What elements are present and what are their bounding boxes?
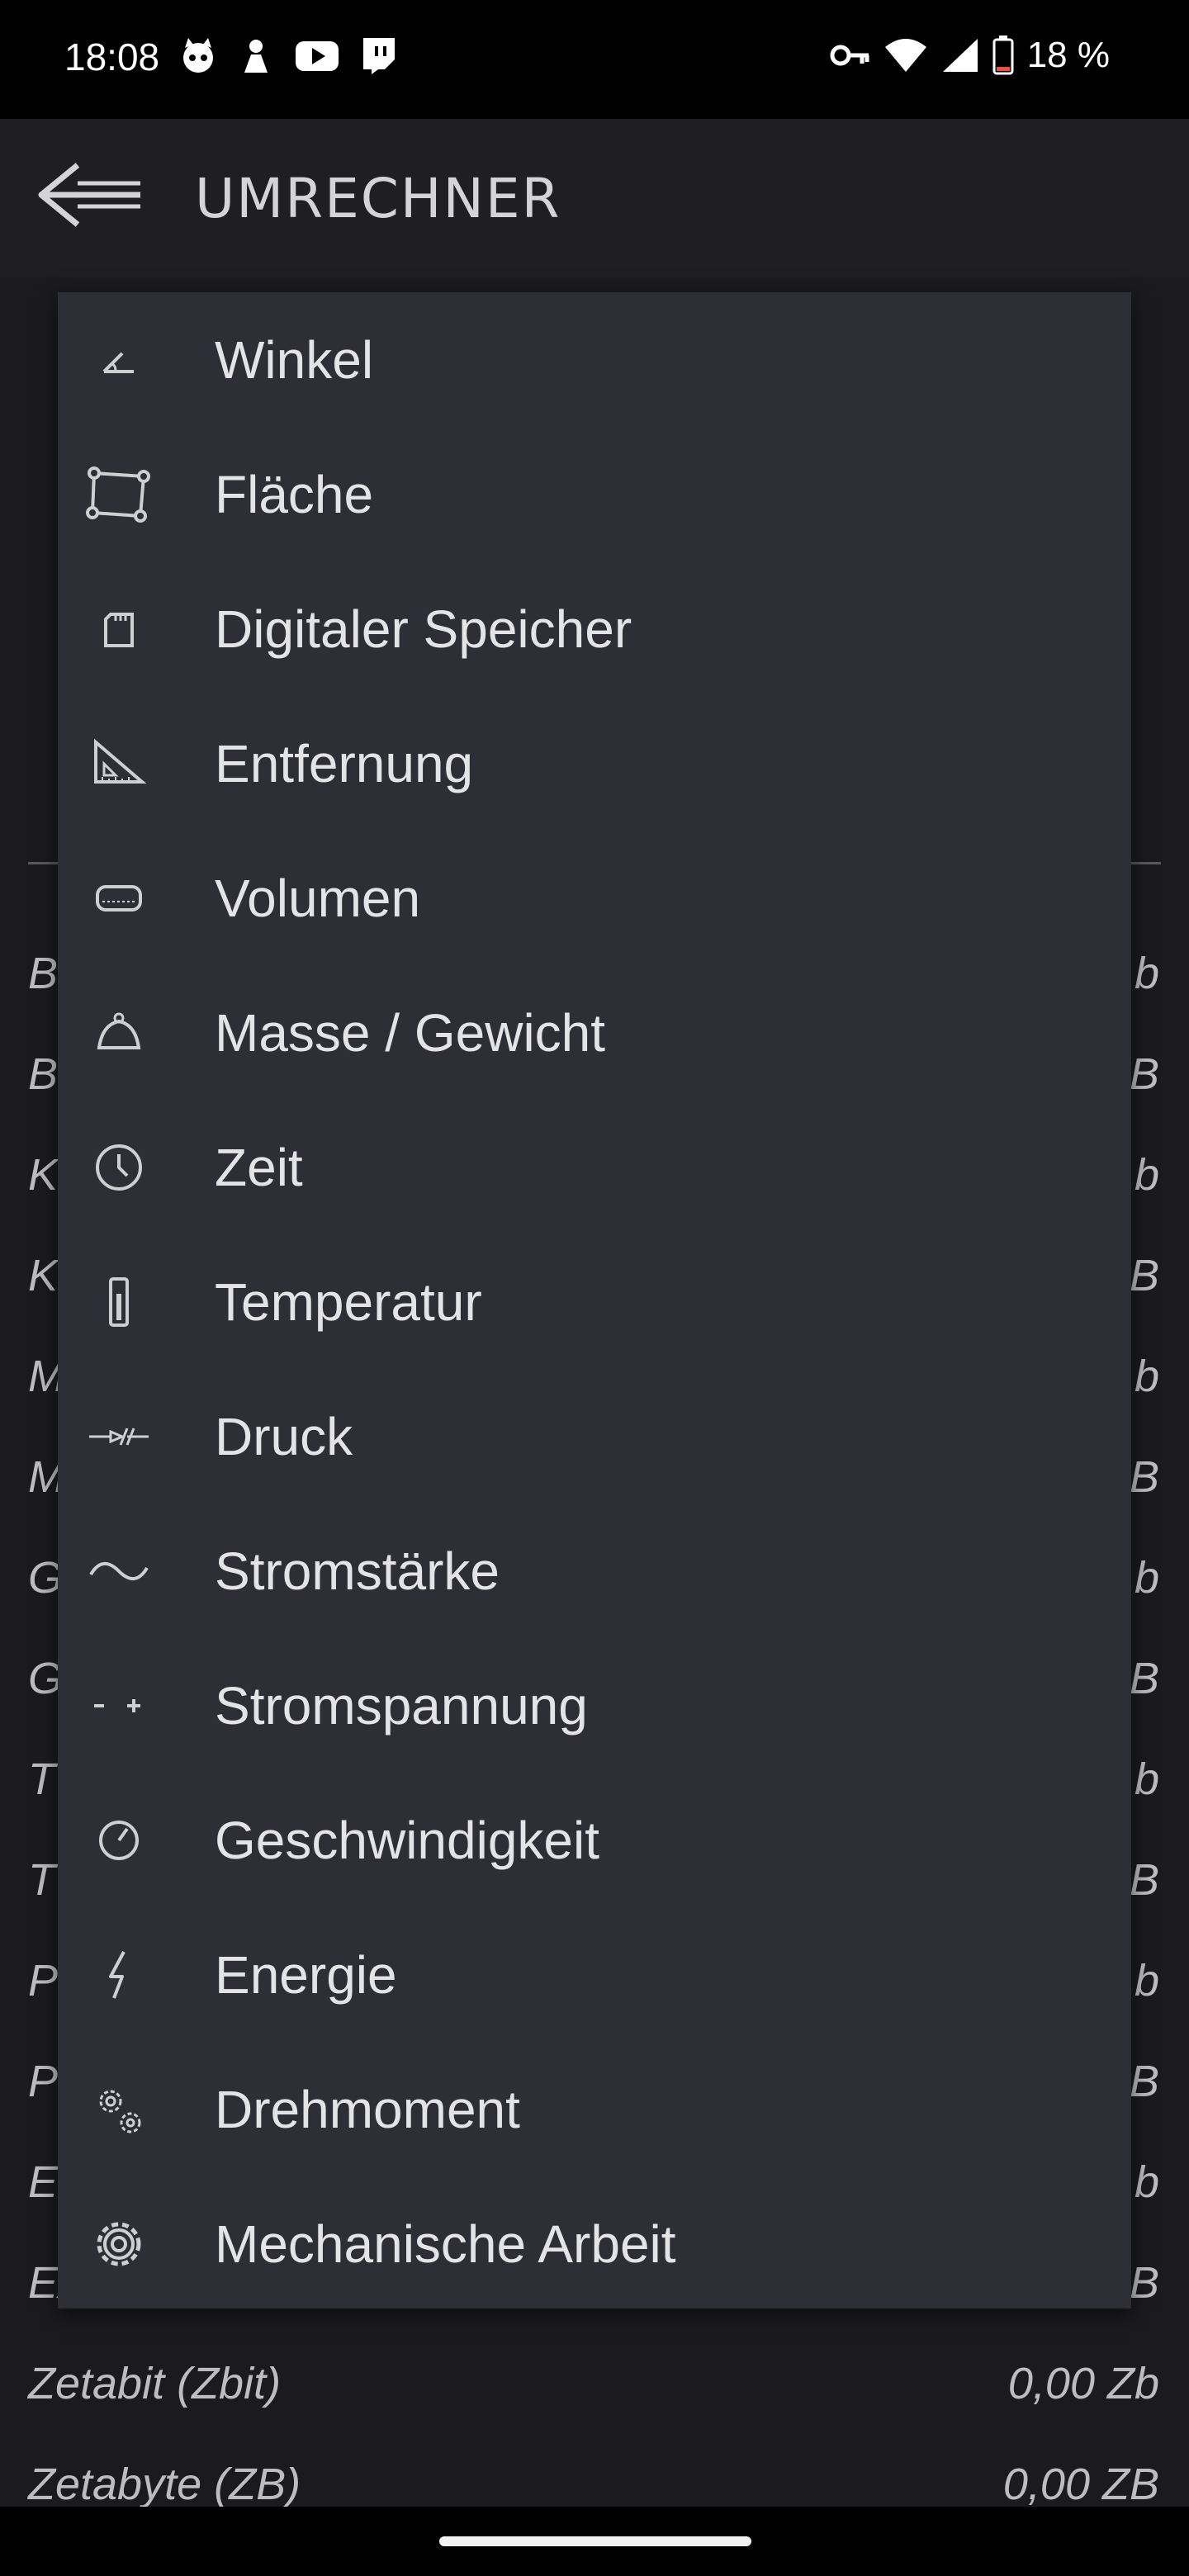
menu-item-zeit[interactable]: Zeit xyxy=(58,1100,1131,1234)
menu-item-stromspannung[interactable]: Stromspannung xyxy=(58,1638,1131,1773)
signal-icon xyxy=(942,39,978,72)
menu-item-label: Zeit xyxy=(215,1137,303,1197)
menu-item-label: Stromspannung xyxy=(215,1675,588,1735)
unit-label: T xyxy=(28,1754,55,1804)
unit-value: b xyxy=(1134,1352,1159,1401)
menu-item-digitaler-speicher[interactable]: Digitaler Speicher xyxy=(58,561,1131,696)
unit-value: b xyxy=(1134,1150,1159,1200)
menu-item-label: Energie xyxy=(215,1944,397,2005)
table-row[interactable]: Zetabit (Zbit) 0,00 Zb xyxy=(0,2335,1189,2436)
thermometer-icon xyxy=(86,1269,152,1335)
menu-item-masse-gewicht[interactable]: Masse / Gewicht xyxy=(58,965,1131,1100)
cat-notification-icon xyxy=(183,38,213,73)
unit-label: K xyxy=(28,1150,59,1200)
menu-item-label: Winkel xyxy=(215,329,374,390)
unit-value: b xyxy=(1134,1754,1159,1804)
area-icon xyxy=(86,462,152,528)
unit-value: B xyxy=(1129,2057,1159,2106)
unit-value: b xyxy=(1134,2157,1159,2207)
unit-label: E xyxy=(28,2157,59,2207)
youtube-icon xyxy=(296,41,339,71)
angle-icon xyxy=(86,327,152,393)
menu-item-label: Volumen xyxy=(215,868,421,928)
menu-item-temperatur[interactable]: Temperatur xyxy=(58,1234,1131,1369)
unit-value: B xyxy=(1129,1251,1159,1300)
unit-value: B xyxy=(1129,1855,1159,1905)
weight-icon xyxy=(86,1000,152,1066)
sine-wave-icon xyxy=(86,1538,152,1604)
voltage-icon xyxy=(86,1673,152,1739)
unit-label: Zetabyte (ZB) xyxy=(28,2460,301,2509)
divider xyxy=(1131,862,1161,864)
menu-item-label: Temperatur xyxy=(215,1271,482,1332)
menu-item-druck[interactable]: Druck xyxy=(58,1369,1131,1503)
menu-item-geschwindigkeit[interactable]: Geschwindigkeit xyxy=(58,1773,1131,1907)
menu-item-label: Digitaler Speicher xyxy=(215,599,632,659)
unit-value: B xyxy=(1129,1654,1159,1703)
ruler-triangle-icon xyxy=(86,731,152,797)
unit-value: b xyxy=(1134,949,1159,998)
lightning-icon xyxy=(86,1942,152,2008)
gears-icon xyxy=(86,2076,152,2143)
menu-item-flaeche[interactable]: Fläche xyxy=(58,427,1131,561)
app-bar: UMRECHNER xyxy=(0,119,1189,277)
battery-percent: 18 % xyxy=(1026,35,1110,75)
vpn-key-icon xyxy=(830,45,869,66)
menu-item-energie[interactable]: Energie xyxy=(58,1907,1131,2042)
menu-item-label: Masse / Gewicht xyxy=(215,1002,606,1063)
menu-item-mechanische-arbeit[interactable]: Mechanische Arbeit xyxy=(58,2176,1131,2311)
unit-label: P xyxy=(28,1956,59,2005)
unit-value: 0,00 Zb xyxy=(1007,2359,1159,2408)
unit-value: B xyxy=(1129,1452,1159,1502)
unit-label: P xyxy=(28,2057,59,2106)
twitch-icon xyxy=(363,38,395,74)
notification-icons xyxy=(178,36,398,76)
menu-item-label: Geschwindigkeit xyxy=(215,1810,599,1870)
menu-item-label: Mechanische Arbeit xyxy=(215,2214,676,2274)
gear-icon xyxy=(86,2211,152,2277)
menu-item-drehmoment[interactable]: Drehmoment xyxy=(58,2042,1131,2176)
app-notification-icon xyxy=(244,40,268,73)
pressure-icon xyxy=(86,1404,152,1470)
wifi-icon xyxy=(884,39,926,72)
status-time: 18:08 xyxy=(64,36,160,78)
category-menu: Winkel Fläche Digitaler Speicher Entfern… xyxy=(58,292,1131,2308)
menu-item-label: Fläche xyxy=(215,464,374,524)
menu-item-label: Druck xyxy=(215,1406,353,1466)
unit-value: b xyxy=(1134,1553,1159,1603)
menu-item-volumen[interactable]: Volumen xyxy=(58,831,1131,965)
unit-value: b xyxy=(1134,1956,1159,2005)
battery-icon xyxy=(992,36,1014,75)
unit-label: B xyxy=(28,949,59,998)
speedometer-icon xyxy=(86,1807,152,1873)
unit-label: Zetabit (Zbit) xyxy=(28,2359,282,2408)
volume-icon xyxy=(86,865,152,931)
back-button[interactable] xyxy=(33,155,149,234)
system-status: 18 % xyxy=(829,35,1110,76)
menu-item-stromstaerke[interactable]: Stromstärke xyxy=(58,1503,1131,1638)
sd-card-icon xyxy=(86,596,152,662)
menu-item-label: Entfernung xyxy=(215,733,474,793)
divider xyxy=(28,862,58,864)
navigation-bar xyxy=(0,2507,1189,2576)
page-title: UMRECHNER xyxy=(195,167,561,230)
unit-value: B xyxy=(1129,1049,1159,1099)
arrow-left-icon xyxy=(38,163,140,227)
menu-item-winkel[interactable]: Winkel xyxy=(58,292,1131,427)
menu-item-entfernung[interactable]: Entfernung xyxy=(58,696,1131,831)
menu-item-label: Drehmoment xyxy=(215,2079,520,2139)
home-indicator[interactable] xyxy=(439,2536,751,2546)
unit-label: T xyxy=(28,1855,55,1905)
unit-value: 0,00 ZB xyxy=(1002,2460,1159,2509)
status-bar: 18:08 18 % xyxy=(0,0,1189,119)
unit-label: K xyxy=(28,1251,59,1300)
clock-icon xyxy=(86,1134,152,1200)
unit-label: B xyxy=(28,1049,59,1099)
menu-item-label: Stromstärke xyxy=(215,1541,500,1601)
